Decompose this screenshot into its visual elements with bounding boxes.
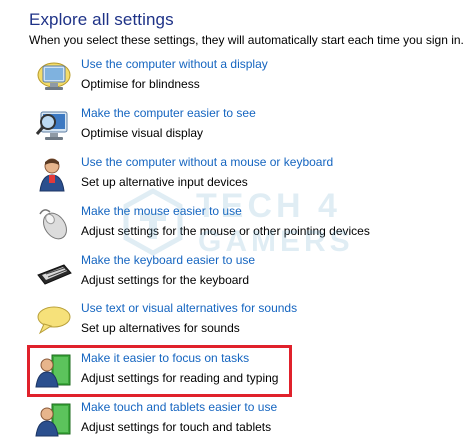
setting-without-mouse-keyboard: Use the computer without a mouse or keyb… xyxy=(34,155,454,199)
highlight-box xyxy=(27,345,292,397)
setting-keyboard: Make the keyboard easier to use Adjust s… xyxy=(34,253,454,297)
magnifier-monitor-icon xyxy=(34,106,74,146)
speech-bubble-icon xyxy=(34,301,74,341)
desc-without-display: Optimise for blindness xyxy=(81,77,200,91)
desc-mouse: Adjust settings for the mouse or other p… xyxy=(81,224,370,238)
desc-sounds: Set up alternatives for sounds xyxy=(81,321,240,335)
link-easier-to-see[interactable]: Make the computer easier to see xyxy=(81,106,256,120)
link-mouse[interactable]: Make the mouse easier to use xyxy=(81,204,242,218)
desc-easier-to-see: Optimise visual display xyxy=(81,126,204,140)
link-without-mouse-keyboard[interactable]: Use the computer without a mouse or keyb… xyxy=(81,155,333,169)
user-icon xyxy=(34,155,74,195)
monitor-icon xyxy=(34,57,74,97)
desc-without-mouse-keyboard: Set up alternative input devices xyxy=(81,175,248,189)
user-tablet-icon xyxy=(34,400,74,440)
setting-mouse: Make the mouse easier to use Adjust sett… xyxy=(34,204,454,248)
link-touch-tablets[interactable]: Make touch and tablets easier to use xyxy=(81,400,277,414)
keyboard-icon xyxy=(34,253,74,293)
desc-touch-tablets: Adjust settings for touch and tablets xyxy=(81,420,272,434)
link-without-display[interactable]: Use the computer without a display xyxy=(81,57,268,71)
setting-sounds: Use text or visual alternatives for soun… xyxy=(34,301,454,345)
link-keyboard[interactable]: Make the keyboard easier to use xyxy=(81,253,255,267)
setting-without-display: Use the computer without a display Optim… xyxy=(34,57,454,101)
mouse-icon xyxy=(34,204,74,244)
setting-touch-tablets: Make touch and tablets easier to use Adj… xyxy=(34,400,454,444)
link-sounds[interactable]: Use text or visual alternatives for soun… xyxy=(81,301,297,315)
desc-keyboard: Adjust settings for the keyboard xyxy=(81,273,250,287)
page-subtitle: When you select these settings, they wil… xyxy=(29,33,464,47)
setting-easier-to-see: Make the computer easier to see Optimise… xyxy=(34,106,454,150)
page-title: Explore all settings xyxy=(29,10,174,29)
